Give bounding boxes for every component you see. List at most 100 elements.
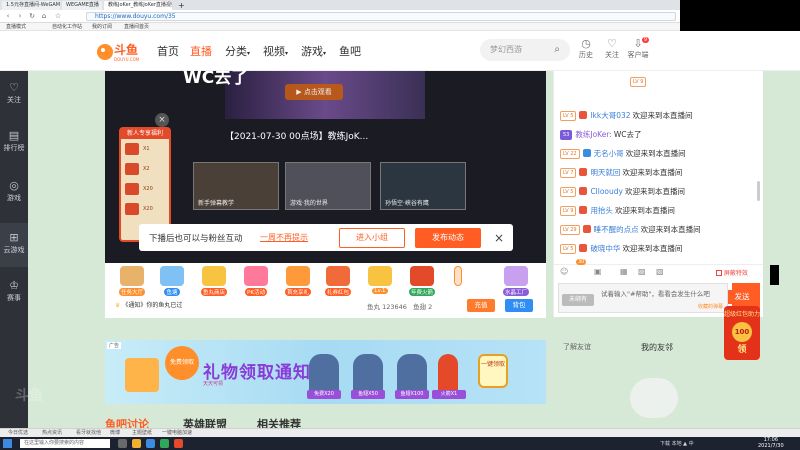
chat-toolbar: ☺ 30 ▣ ▦ ▨ ▧ 屏蔽特效 [554, 259, 764, 278]
chat-message: LV 5 破晓中华 欢迎来到本直播间 [560, 242, 682, 256]
newbie-item[interactable]: X20 [121, 199, 169, 219]
recommend-thumbnail[interactable]: 新手弹幕教学 [193, 162, 279, 210]
chat-username[interactable]: 无名小哥 [594, 149, 624, 158]
taskbar-clock[interactable]: 17:06 2021/7/30 [758, 437, 784, 449]
gift-pk-event[interactable]: PK活动 [239, 266, 273, 296]
dismiss-week-link[interactable]: 一周不再提示 [260, 232, 308, 243]
bookmark-item[interactable]: 直播模式 [6, 23, 26, 31]
nav-game[interactable]: 游戏▾ [301, 43, 326, 59]
search-input[interactable]: 梦幻西游 ⌕ [480, 39, 570, 61]
browser-tab[interactable]: 1.5元存直播间-WeGAME官方 [2, 1, 60, 10]
sidebar-item-cloud-game[interactable]: ⊞ 云游戏 [0, 223, 28, 267]
history-button[interactable]: ◷ 历史 [573, 37, 599, 60]
nav-category[interactable]: 分类▾ [225, 43, 250, 59]
chat-text: 欢迎来到本直播间 [640, 225, 701, 234]
chat-username[interactable]: 睡不醒的点点 [594, 225, 639, 234]
sidebar-label: 云游戏 [3, 246, 25, 254]
nav-yuba[interactable]: 鱼吧 [339, 43, 361, 59]
gift-annual-rocket[interactable]: 年费火箭 [405, 266, 439, 296]
task-view-icon[interactable] [118, 439, 127, 448]
gift-level[interactable]: Lv.1 [363, 266, 397, 294]
recharge-button[interactable]: 充值 [467, 299, 495, 312]
home-icon[interactable]: ⌂ [40, 12, 48, 20]
sidebar-item-events[interactable]: ♔ 赛事 [0, 279, 28, 303]
bookmark-item[interactable]: 我的订阅 [92, 23, 112, 31]
gift-bar: 任务大厅 鱼塘 鱼丸商店 PK活动 首充享礼 礼券红包 Lv.1 年费火箭 水晶… [105, 263, 546, 318]
bag-icon[interactable]: ▣ [594, 267, 602, 276]
chat-username[interactable]: 用抬头 [590, 206, 613, 215]
saved-danmu-link[interactable]: 收藏的弹幕 [698, 303, 723, 310]
follow-button[interactable]: ♡ 关注 [599, 37, 625, 60]
chat-username[interactable]: 明天就回 [590, 168, 620, 177]
emoji-icon[interactable]: ☺ [560, 267, 568, 276]
star-icon[interactable]: ▧ [656, 267, 664, 276]
chat-username[interactable]: 破晓中华 [590, 244, 620, 253]
gift-icon[interactable]: ▨ [638, 267, 646, 276]
new-tab-button[interactable]: + [174, 1, 184, 10]
gift-first-charge[interactable]: 首充享礼 [281, 266, 315, 296]
nav-video[interactable]: 视频▾ [263, 43, 288, 59]
video-player[interactable]: WC去了 ▶ 点击观看 【2021-07-30 00点场】教练JoK... × … [105, 68, 546, 263]
recommend-thumbnail[interactable]: 游戏·我的世界 [285, 162, 371, 210]
nav-home[interactable]: 首页 [157, 43, 179, 59]
chat-text: 欢迎来到本直播间 [632, 111, 693, 120]
gift-task-hall[interactable]: 任务大厅 [115, 266, 149, 296]
reload-icon[interactable]: ↻ [28, 12, 36, 20]
chat-username[interactable]: Cllooudy [590, 187, 623, 196]
chat-text: WC去了 [613, 130, 642, 139]
chat-input[interactable]: 未绑有 试着输入"#帮助"，看看会发生什么吧 收藏的弹幕 [558, 283, 728, 313]
post-update-button[interactable]: 发布动态 [415, 228, 481, 248]
back-icon[interactable]: ‹ [4, 12, 12, 20]
chat-scrollbar[interactable] [757, 181, 760, 201]
browser-icon[interactable] [146, 439, 155, 448]
join-group-button[interactable]: 进入小组 [339, 228, 405, 248]
gift-fish-pond[interactable]: 鱼塘 [155, 266, 189, 296]
red-packet-send[interactable]: 发送 [728, 290, 756, 304]
star-icon[interactable]: ☆ [54, 12, 62, 20]
bookmark-item[interactable]: 直播间首页 [124, 23, 149, 31]
forward-icon[interactable]: › [16, 12, 24, 20]
browser-tab-active[interactable]: 教练JoKer_教练JoKer直播视频_斗鱼 [104, 1, 172, 10]
level-badge: LV 7 [560, 168, 577, 178]
app-icon[interactable] [160, 439, 169, 448]
client-button[interactable]: ⇩ 客户端 9 [625, 37, 651, 60]
browser-tab[interactable]: WEGAME直播 [62, 1, 102, 10]
newbie-item[interactable]: X1 [121, 139, 169, 159]
gift-icon [125, 203, 139, 215]
image-icon[interactable]: ▦ [620, 267, 628, 276]
file-explorer-icon[interactable] [132, 439, 141, 448]
play-button[interactable]: ▶ 点击观看 [285, 84, 343, 100]
chat-username[interactable]: 教练JoKer: [575, 130, 611, 139]
sidebar-item-game[interactable]: ◎ 游戏 [0, 179, 28, 203]
taskbar-search-input[interactable]: 在这里输入你要搜索的内容 [20, 439, 110, 448]
my-friends-link[interactable]: 我的友邻 [641, 342, 673, 353]
windows-start-icon[interactable] [3, 439, 12, 448]
chat-username[interactable]: lkk大哥032 [590, 111, 630, 120]
newbie-item[interactable]: X2 [121, 159, 169, 179]
bind-phone-badge[interactable]: 未绑有 [562, 294, 594, 306]
side-scroll-handle[interactable] [770, 265, 779, 285]
app-icon[interactable] [174, 439, 183, 448]
nav-live[interactable]: 直播 [190, 43, 212, 59]
recommend-thumbnail[interactable]: 孙悟空·峡谷有鹰 [380, 162, 466, 210]
douyu-logo[interactable]: 斗鱼 DOUYU.COM [96, 40, 146, 64]
backpack-button[interactable]: 背包 [505, 299, 533, 312]
newbie-item[interactable]: X20 [121, 179, 169, 199]
block-effects-toggle[interactable]: 屏蔽特效 [716, 268, 748, 277]
url-input[interactable]: https://www.douyu.com/35 [86, 12, 676, 21]
system-tray[interactable]: 下载 本地 ▲ 中 [660, 440, 694, 447]
sidebar-item-rank[interactable]: ▤ 排行榜 [0, 129, 28, 153]
sidebar-item-follow[interactable]: ♡ 关注 [0, 81, 28, 105]
gift-crystal-factory[interactable]: 水晶工厂 [499, 266, 533, 296]
bookmark-item[interactable]: 自动化工作站 [52, 23, 82, 31]
close-icon[interactable]: × [489, 228, 509, 248]
promo-banner[interactable]: 广告 免费领取 礼物领取通知 天天可领 免费X20 鱼翅X50 鱼翅X100 火… [105, 340, 546, 404]
super-red-packet-widget[interactable]: 发送 超级红包助力 100 领 [724, 290, 760, 370]
close-icon[interactable]: × [155, 113, 169, 127]
one-click-claim-button[interactable]: 一键领取 [478, 354, 508, 388]
learn-friendship-link[interactable]: 了解友谊 [563, 342, 591, 352]
gift-fishball-shop[interactable]: 鱼丸商店 [197, 266, 231, 296]
chat-text: 欢迎来到本直播间 [622, 244, 683, 253]
gift-coupon-packet[interactable]: 礼券红包 [321, 266, 355, 296]
search-icon[interactable]: ⌕ [554, 39, 560, 61]
